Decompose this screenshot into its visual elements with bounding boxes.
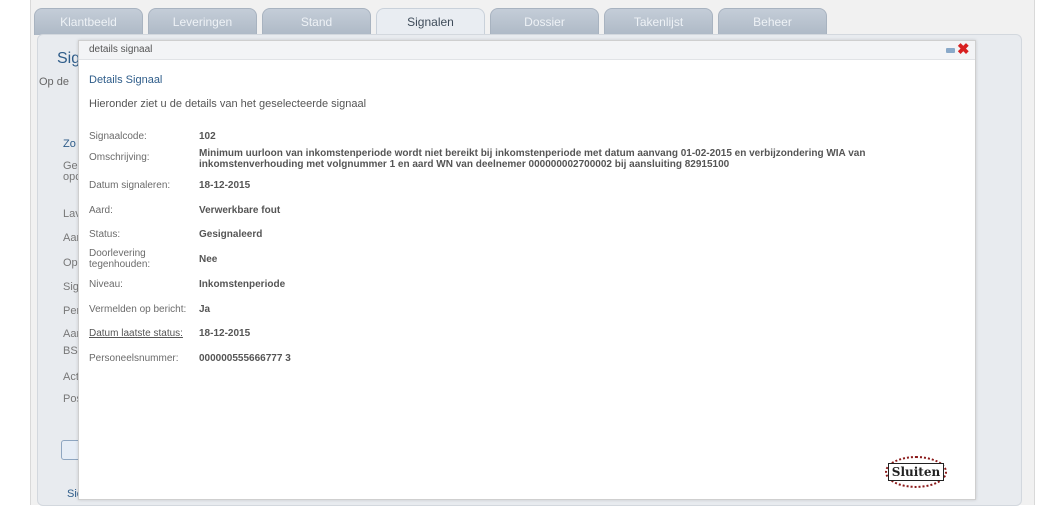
field-label: Aard: <box>89 205 113 216</box>
tab-klantbeeld[interactable]: Klantbeeld <box>34 8 143 35</box>
field-label: Personeelsnummer: <box>89 353 179 364</box>
field-label: Signaalcode: <box>89 131 147 142</box>
field-value: 18-12-2015 <box>199 328 251 339</box>
section-title: Details Signaal <box>89 74 163 86</box>
field-value: 18-12-2015 <box>199 180 251 191</box>
field-value: 000000555666777 3 <box>199 353 291 364</box>
field-label: Omschrijving: <box>89 152 150 163</box>
field-value: 102 <box>199 131 216 142</box>
minimize-icon[interactable] <box>946 48 955 53</box>
field-label: Niveau: <box>89 279 123 290</box>
field-value: Ja <box>199 304 211 315</box>
background-text: Act <box>63 371 79 383</box>
tab-stand[interactable]: Stand <box>262 8 371 35</box>
field-value: Inkomstenperiode <box>199 279 286 290</box>
background-subtitle: Op de <box>39 76 69 88</box>
dialog-title: details signaal <box>89 44 153 55</box>
background-text: Op <box>63 257 78 269</box>
background-text: Sig <box>63 281 79 293</box>
field-value: Minimum uurloon van inkomstenperiode wor… <box>199 148 866 170</box>
field-label: Doorlevering tegenhouden: <box>89 248 151 270</box>
tab-dossier[interactable]: Dossier <box>490 8 599 35</box>
main-tabs: Klantbeeld Leveringen Stand Signalen Dos… <box>34 8 827 36</box>
dialog-header: details signaal ✖ <box>79 41 975 60</box>
field-label: Vermelden op bericht: <box>89 304 187 315</box>
sluiten-button[interactable]: Sluiten <box>887 463 945 481</box>
intro-text: Hieronder ziet u de details van het gese… <box>89 98 367 110</box>
tab-beheer[interactable]: Beheer <box>718 8 827 35</box>
datum-laatste-status-link[interactable]: Datum laatste status: <box>89 328 189 339</box>
field-label: Datum signaleren: <box>89 180 171 191</box>
field-value: Nee <box>199 254 218 265</box>
field-value: Verwerkbare fout <box>199 205 281 216</box>
details-dialog: details signaal ✖ Details Signaal Hieron… <box>78 40 976 500</box>
background-text: Zo <box>63 138 76 150</box>
tab-takenlijst[interactable]: Takenlijst <box>604 8 713 35</box>
tab-signalen[interactable]: Signalen <box>376 8 485 35</box>
field-value: Gesignaleerd <box>199 229 263 240</box>
sluiten-button-highlight: Sluiten <box>885 456 947 488</box>
tab-leveringen[interactable]: Leveringen <box>148 8 257 35</box>
field-label: Status: <box>89 229 121 240</box>
close-icon[interactable]: ✖ <box>957 42 970 57</box>
